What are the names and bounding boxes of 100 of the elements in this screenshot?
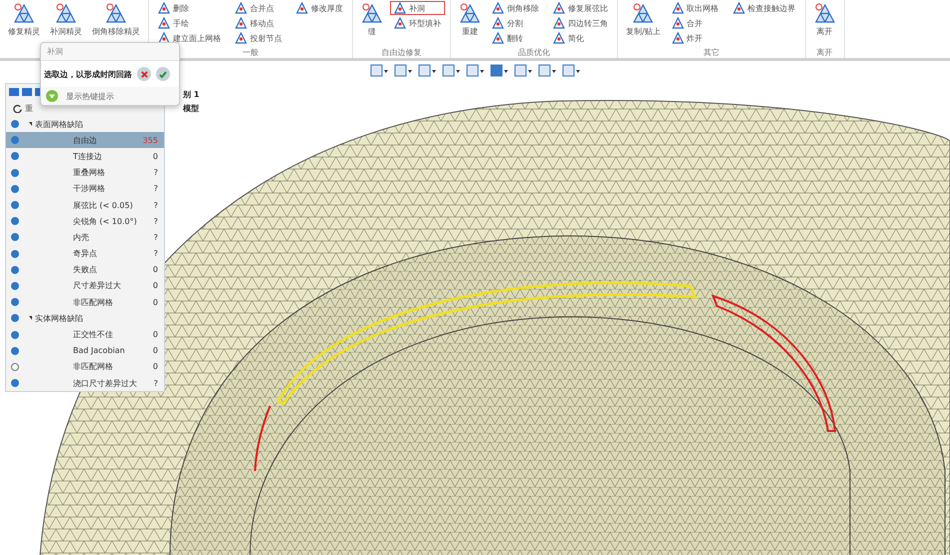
visibility-dot[interactable] (11, 168, 19, 177)
ribbon-button[interactable]: 投射节点 (231, 31, 286, 45)
view-tool-icon[interactable] (370, 64, 388, 78)
ribbon-button[interactable]: 离开 (810, 0, 839, 47)
close-icon (140, 70, 148, 78)
defect-row[interactable]: 正交性不佳 0 (6, 326, 164, 343)
expand-hint-icon[interactable] (46, 90, 58, 102)
mesh-tool-icon (158, 2, 170, 14)
expand-caret-icon[interactable] (29, 122, 32, 126)
ribbon-button[interactable]: 补洞 (390, 1, 445, 15)
cancel-button[interactable] (137, 67, 151, 81)
defect-label: 正交性不佳 (72, 329, 114, 340)
expand-caret-icon[interactable] (29, 316, 32, 320)
ribbon-button[interactable]: 删除 (154, 1, 225, 15)
ribbon-button[interactable]: 四边转三角 (549, 16, 612, 30)
defect-label: Bad Jacobian (72, 346, 126, 356)
ribbon-button[interactable]: 检查接触边界 (728, 1, 800, 15)
defect-row[interactable]: 失败点 0 (6, 262, 164, 278)
defect-label: 表面网格缺陷 (35, 118, 84, 130)
defect-row[interactable]: 干涉网格 ? (6, 180, 164, 197)
ribbon-button[interactable]: 建立面上网格 (154, 31, 225, 45)
defect-label: 失败点 (72, 264, 98, 276)
defect-row[interactable]: T连接边 0 (6, 148, 164, 165)
visibility-dot[interactable] (11, 362, 19, 371)
view-tool-icon[interactable] (418, 64, 436, 78)
visibility-dot[interactable] (11, 120, 19, 128)
ribbon-button[interactable]: 环型填补 (390, 16, 445, 30)
mesh-tool-icon (394, 17, 406, 29)
mesh-tool-icon (492, 2, 504, 14)
group-label: 其它 (702, 47, 720, 58)
ribbon-button[interactable]: 修改厚度 (292, 1, 347, 15)
ribbon-button[interactable]: 修复精灵 (5, 0, 43, 58)
ribbon-button[interactable]: 合并 (668, 16, 723, 30)
defect-count: ? (154, 168, 159, 178)
mesh-tool-icon (105, 2, 127, 24)
defect-row[interactable]: 表面网格缺陷 (6, 116, 164, 132)
visibility-dot[interactable] (11, 266, 19, 274)
ribbon-button[interactable]: 缝 (358, 0, 386, 47)
visibility-dot[interactable] (11, 250, 19, 258)
visibility-dot[interactable] (11, 298, 19, 306)
mesh-tool-icon (296, 2, 308, 14)
defect-row[interactable]: 非匹配网格 0 (6, 358, 164, 375)
view-tool-icon[interactable] (394, 64, 412, 78)
defect-count: 0 (152, 330, 159, 340)
ribbon-button[interactable]: 分割 (488, 16, 543, 30)
visibility-dot[interactable] (11, 282, 19, 290)
confirm-button[interactable] (156, 67, 170, 81)
ribbon-button[interactable]: 移动点 (231, 16, 286, 30)
defect-row[interactable]: 实体网格缺陷 (6, 310, 164, 326)
defect-row[interactable]: 尖锐角 (< 10.0°) ? (6, 213, 164, 230)
defect-row[interactable]: 自由边 355 (6, 132, 164, 148)
defect-count: 0 (152, 346, 159, 356)
defect-row[interactable]: 浇口尺寸差异过大 ? (6, 375, 164, 392)
visibility-dot[interactable] (11, 201, 19, 210)
defect-row[interactable]: 展弦比 (< 0.05) ? (6, 196, 164, 214)
mesh-tool-icon (235, 17, 247, 29)
ribbon-button[interactable]: 合并点 (231, 1, 286, 15)
mesh-tool-icon (235, 32, 247, 44)
visibility-dot[interactable] (11, 233, 19, 242)
visibility-dot[interactable] (11, 346, 19, 355)
mesh-tool-icon (13, 2, 35, 24)
defect-row[interactable]: 奇异点 ? (6, 246, 164, 262)
view-tool-icon[interactable] (514, 64, 532, 78)
defect-label: 展弦比 (< 0.05) (72, 200, 134, 211)
defect-row[interactable]: Bad Jacobian 0 (6, 342, 164, 359)
defect-row[interactable]: 尺寸差异过大 0 (6, 278, 164, 294)
defect-row[interactable]: 重叠网格 ? (6, 164, 164, 181)
view-tool-icon[interactable] (562, 64, 580, 78)
defect-count: 0 (152, 298, 159, 307)
visibility-dot[interactable] (11, 217, 19, 226)
group-label: 一般 (242, 47, 260, 58)
mesh-tool-icon (459, 2, 481, 24)
ribbon-button[interactable]: 翻转 (488, 31, 543, 45)
view-tool-icon[interactable] (490, 64, 508, 78)
defect-count: ? (154, 249, 159, 258)
visibility-dot[interactable] (11, 379, 19, 388)
view-tool-icon[interactable] (466, 64, 484, 78)
visibility-dot[interactable] (11, 184, 19, 193)
mesh-tool-icon (553, 32, 565, 44)
ribbon-button[interactable]: 手绘 (154, 16, 225, 30)
view-tool-icon[interactable] (538, 64, 556, 78)
defect-label: 内壳 (72, 232, 90, 243)
visibility-dot[interactable] (11, 330, 19, 339)
ribbon-button[interactable]: 炸开 (668, 31, 723, 45)
ribbon-button[interactable]: 复制/贴上 (623, 0, 664, 47)
ribbon-button[interactable]: 取出网格 (668, 1, 723, 15)
ribbon-button[interactable]: 倒角移除 (488, 1, 543, 15)
ribbon-button[interactable]: 重建 (456, 0, 484, 47)
ribbon-button[interactable]: 简化 (549, 31, 612, 45)
view-tool-icon[interactable] (442, 64, 460, 78)
refresh-button[interactable]: 重 (9, 102, 37, 114)
ribbon-button[interactable]: 修复展弦比 (549, 1, 612, 15)
defect-row[interactable]: 非匹配网格 0 (6, 294, 164, 310)
visibility-dot[interactable] (11, 136, 19, 144)
defect-label: 尖锐角 (< 10.0°) (72, 216, 138, 227)
visibility-dot[interactable] (11, 152, 19, 160)
defect-label: 重叠网格 (72, 167, 106, 178)
visibility-dot[interactable] (11, 314, 19, 322)
defect-row[interactable]: 内壳 ? (6, 229, 164, 246)
mesh-tool-icon (361, 2, 383, 24)
